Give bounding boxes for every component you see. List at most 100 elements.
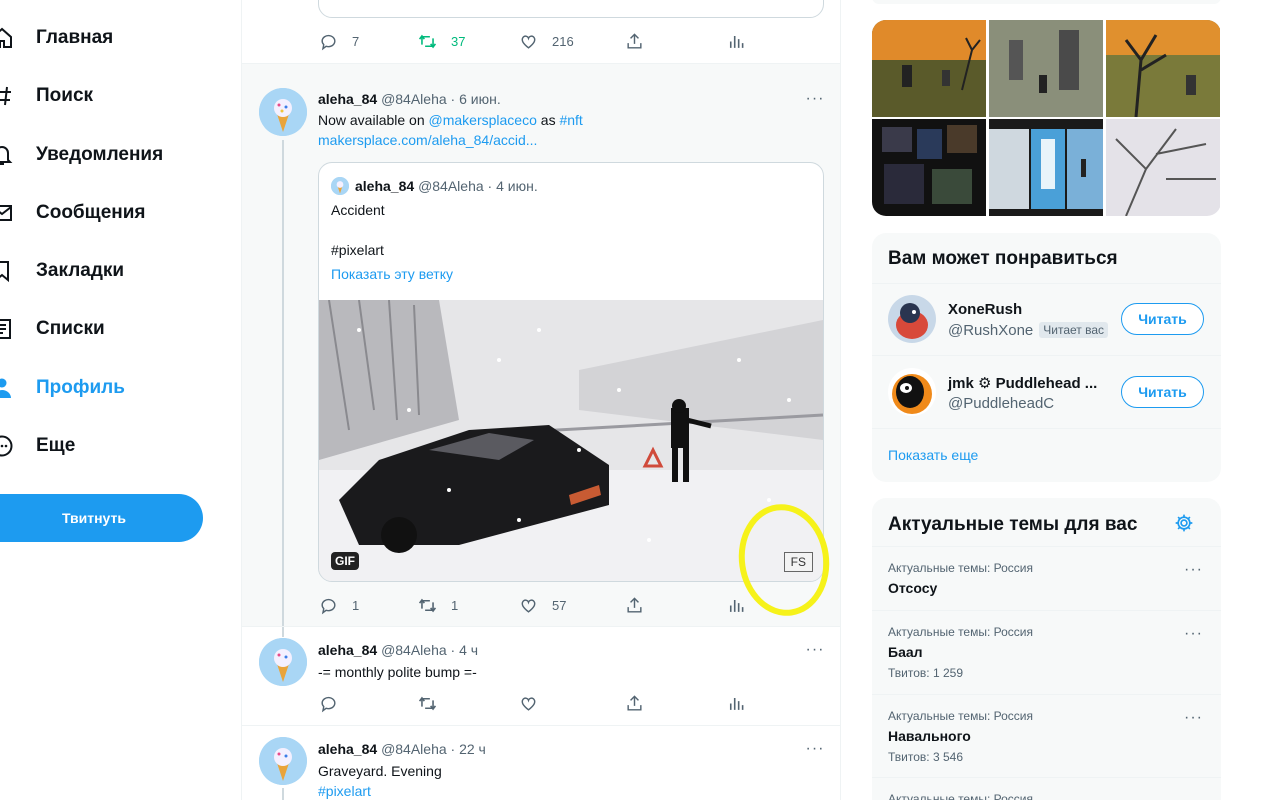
thread-line <box>282 788 284 800</box>
quote-text-line1: Accident <box>331 202 385 218</box>
trend-item[interactable]: Актуальные темы: Россия Навального Твито… <box>872 695 1221 777</box>
user-avatar[interactable] <box>888 295 936 343</box>
nav-label-explore: Поиск <box>36 85 94 106</box>
hashtag-link[interactable]: #pixelart <box>318 781 371 800</box>
user-handle[interactable]: @PuddleheadC <box>948 395 1054 412</box>
url-link[interactable]: makersplace.com/aleha_84/accid... <box>318 130 537 150</box>
user-name[interactable]: jmk ⚙ Puddlehead ... <box>948 374 1097 392</box>
penguin-avatar-icon <box>888 368 936 416</box>
reply-icon <box>321 696 336 712</box>
share-button[interactable] <box>625 31 644 51</box>
reply-button[interactable]: 7 <box>319 31 359 51</box>
author-name[interactable]: aleha_84 <box>318 91 377 107</box>
follow-suggestion-row[interactable]: XoneRush @RushXone Читает вас Читать <box>872 283 1221 355</box>
trend-more-icon[interactable]: ··· <box>1184 626 1203 642</box>
home-icon <box>0 27 12 48</box>
list-icon <box>0 319 11 339</box>
trend-item[interactable]: Актуальные темы: Россия Баал Твитов: 1 2… <box>872 611 1221 693</box>
bird-avatar-icon <box>888 295 936 343</box>
retweet-icon <box>418 34 437 48</box>
previous-tweet-card-bottom <box>318 0 824 18</box>
tweet-more-icon[interactable]: ··· <box>805 91 825 108</box>
gallery-thumb[interactable] <box>872 119 986 216</box>
share-button[interactable] <box>625 595 644 615</box>
show-more-link[interactable]: Показать еще <box>888 447 978 463</box>
analytics-icon <box>729 35 744 48</box>
show-thread-link[interactable]: Показать эту ветку <box>331 264 453 284</box>
author-handle[interactable]: @84Aleha · 6 июн. <box>381 91 501 107</box>
retweet-button[interactable] <box>418 693 437 713</box>
share-icon <box>627 694 642 711</box>
ice-cream-avatar-icon <box>259 638 307 686</box>
author-name[interactable]: aleha_84 <box>318 741 377 757</box>
thread-line <box>282 627 284 637</box>
fullscreen-badge[interactable]: FS <box>783 552 813 572</box>
tweet-header: aleha_84 @84Aleha · 22 ч <box>318 741 486 757</box>
gallery-thumb[interactable] <box>872 20 986 117</box>
like-button[interactable]: 57 <box>519 595 566 615</box>
tweet-text: -= monthly polite bump =- <box>318 664 477 680</box>
quoted-tweet[interactable]: aleha_84 @84Aleha · 4 июн. Accident #pix… <box>318 162 824 582</box>
analytics-button[interactable] <box>726 31 745 51</box>
gallery-thumb[interactable] <box>1106 20 1220 117</box>
author-name[interactable]: aleha_84 <box>318 642 377 658</box>
gif-media[interactable]: GIF FS <box>319 300 823 581</box>
reply-button[interactable] <box>319 693 338 713</box>
tweet[interactable]: aleha_84 @84Aleha · 6 июн. ··· Now avail… <box>242 64 840 626</box>
trend-context: Актуальные темы: Россия <box>888 709 1034 723</box>
tweet-more-icon[interactable]: ··· <box>805 642 825 659</box>
ice-cream-avatar-icon <box>331 177 349 195</box>
retweet-button[interactable]: 1 <box>418 595 458 615</box>
reply-count: 7 <box>352 33 360 49</box>
media-gallery[interactable] <box>872 20 1221 216</box>
retweet-count: 37 <box>451 33 466 49</box>
user-handle[interactable]: @RushXone <box>948 322 1033 339</box>
like-button[interactable] <box>519 693 538 713</box>
analytics-button[interactable] <box>726 693 745 713</box>
analytics-icon <box>729 599 744 612</box>
analytics-button[interactable] <box>726 595 745 615</box>
blue-collage-thumb <box>989 119 1103 216</box>
timeline: 7 37 216 aleha_84 @84Aleha · 6 июн. ··· … <box>241 0 841 800</box>
nav-label-profile: Профиль <box>36 377 125 398</box>
follow-button[interactable]: Читать <box>1121 376 1204 408</box>
share-button[interactable] <box>625 693 644 713</box>
follow-button[interactable]: Читать <box>1121 303 1204 335</box>
reply-icon <box>321 34 336 50</box>
trend-more-icon[interactable]: ··· <box>1184 562 1203 578</box>
tweet[interactable]: aleha_84 @84Aleha · 22 ч ··· Graveyard. … <box>242 726 840 800</box>
gallery-thumb[interactable] <box>1106 119 1220 216</box>
gallery-thumb[interactable] <box>989 119 1103 216</box>
tweet-more-icon[interactable]: ··· <box>805 741 825 758</box>
gear-icon[interactable] <box>1174 513 1194 533</box>
tweet[interactable]: aleha_84 @84Aleha · 4 ч ··· -= monthly p… <box>242 627 840 725</box>
follow-suggestion-row[interactable]: jmk ⚙ Puddlehead ... @PuddleheadC Читать <box>872 356 1221 428</box>
trend-count: Твитов: 1 259 <box>888 666 963 680</box>
avatar[interactable] <box>259 88 307 136</box>
reply-button[interactable]: 1 <box>319 595 359 615</box>
trend-item[interactable]: Актуальные темы: Россия Отсосу ··· <box>872 553 1221 609</box>
like-count: 216 <box>552 33 574 49</box>
nav-label-home: Главная <box>36 27 114 48</box>
trend-item[interactable]: Актуальные темы: Россия <box>872 778 1221 800</box>
user-avatar[interactable] <box>888 368 936 416</box>
trends-panel: Актуальные темы для вас Актуальные темы:… <box>872 498 1221 800</box>
mention-link[interactable]: @makersplaceco <box>429 112 537 128</box>
user-name[interactable]: XoneRush <box>948 301 1022 318</box>
author-handle[interactable]: @84Aleha · 22 ч <box>381 741 486 757</box>
like-count: 57 <box>552 597 567 613</box>
tweet-button[interactable]: Твитнуть <box>0 494 203 542</box>
author-handle[interactable]: @84Aleha · 4 ч <box>381 642 478 658</box>
like-button[interactable]: 216 <box>519 31 574 51</box>
follows-you-badge: Читает вас <box>1039 322 1109 338</box>
trend-context: Актуальные темы: Россия <box>888 561 1034 575</box>
who-to-follow-title: Вам может понравиться <box>888 248 1118 269</box>
hashtag-link[interactable]: #nft <box>559 112 582 128</box>
avatar[interactable] <box>259 737 307 785</box>
gallery-thumb[interactable] <box>989 20 1103 117</box>
trend-more-icon[interactable]: ··· <box>1184 710 1203 726</box>
avatar[interactable] <box>259 638 307 686</box>
graveyard-tree-thumb <box>1106 20 1220 117</box>
retweet-button[interactable]: 37 <box>418 31 465 51</box>
nav-label-notifications: Уведомления <box>36 144 164 165</box>
